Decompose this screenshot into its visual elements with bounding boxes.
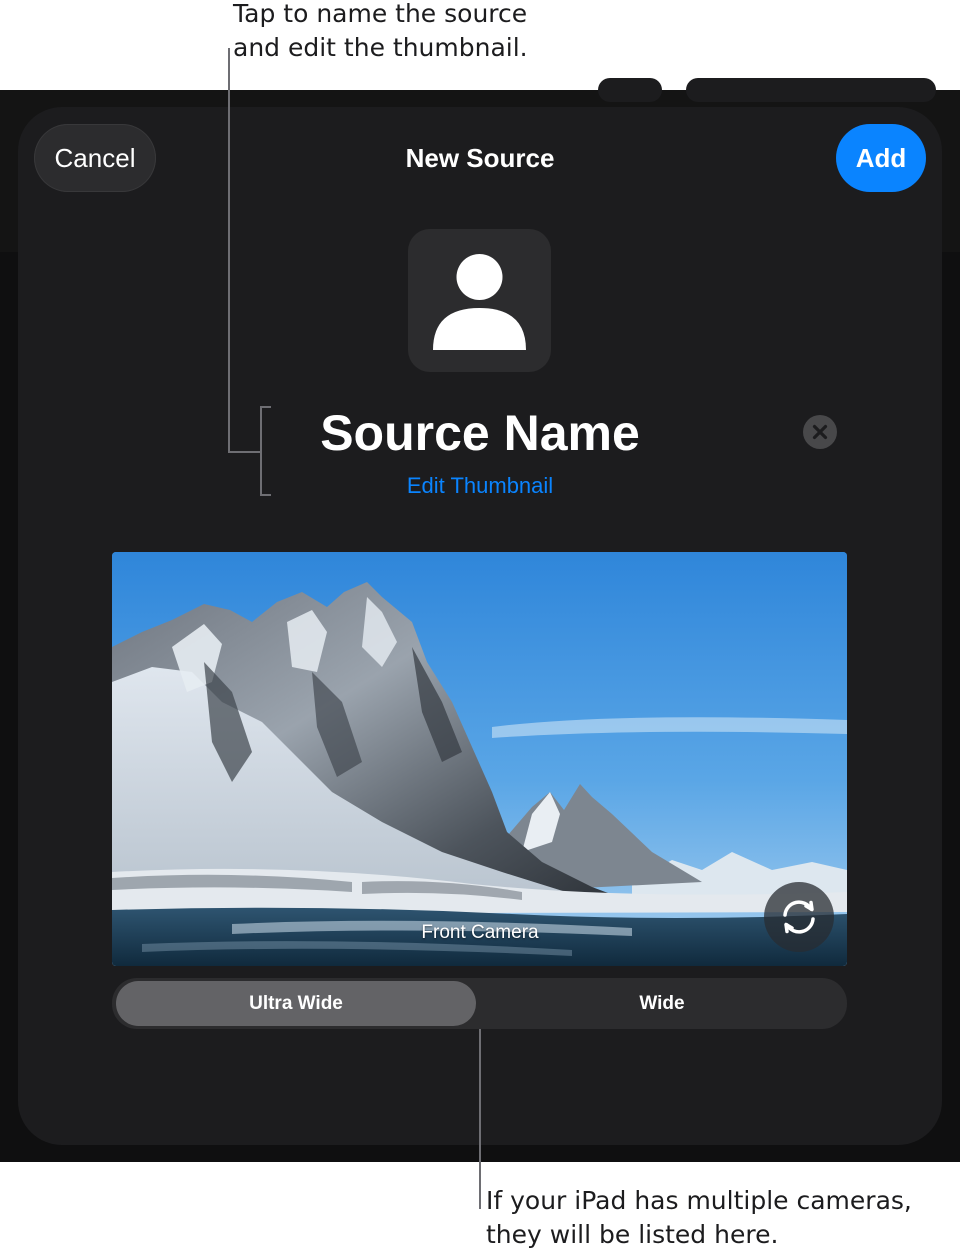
callout-text: and edit the thumbnail. xyxy=(233,33,528,62)
add-button[interactable]: Add xyxy=(836,124,926,192)
clear-name-button[interactable] xyxy=(803,415,837,449)
background-control xyxy=(686,78,936,102)
leader-line xyxy=(228,48,230,452)
person-icon xyxy=(433,254,526,350)
callout-text: Tap to name the source xyxy=(233,0,528,28)
sheet-title: New Source xyxy=(405,142,555,173)
callout-text: If your iPad has multiple cameras, xyxy=(486,1186,912,1215)
camera-preview xyxy=(112,552,847,966)
edit-thumbnail-link[interactable]: Edit Thumbnail xyxy=(330,470,630,502)
lens-option-ultra-wide[interactable]: Ultra Wide xyxy=(116,981,476,1026)
flip-camera-button[interactable] xyxy=(764,882,834,952)
name-bracket xyxy=(260,406,271,408)
mountain-landscape-image xyxy=(112,552,847,966)
callout-name-source: Tap to name the source and edit the thum… xyxy=(233,0,613,65)
background-control xyxy=(598,78,662,102)
cancel-button[interactable]: Cancel xyxy=(34,124,156,192)
clear-x-icon xyxy=(812,424,828,440)
annotated-screenshot: Tap to name the source and edit the thum… xyxy=(0,0,960,1258)
callout-multiple-cameras: If your iPad has multiple cameras, they … xyxy=(486,1184,956,1252)
source-name-field[interactable]: Source Name xyxy=(240,400,720,466)
lens-option-wide[interactable]: Wide xyxy=(480,981,844,1026)
name-bracket xyxy=(260,494,271,496)
name-bracket xyxy=(260,406,262,496)
source-thumbnail[interactable] xyxy=(408,229,551,372)
callout-text: they will be listed here. xyxy=(486,1220,779,1249)
leader-line xyxy=(228,451,260,453)
leader-line xyxy=(479,1029,481,1209)
lens-segmented-control: Ultra Wide Wide xyxy=(112,978,847,1029)
camera-flip-icon xyxy=(783,900,815,934)
